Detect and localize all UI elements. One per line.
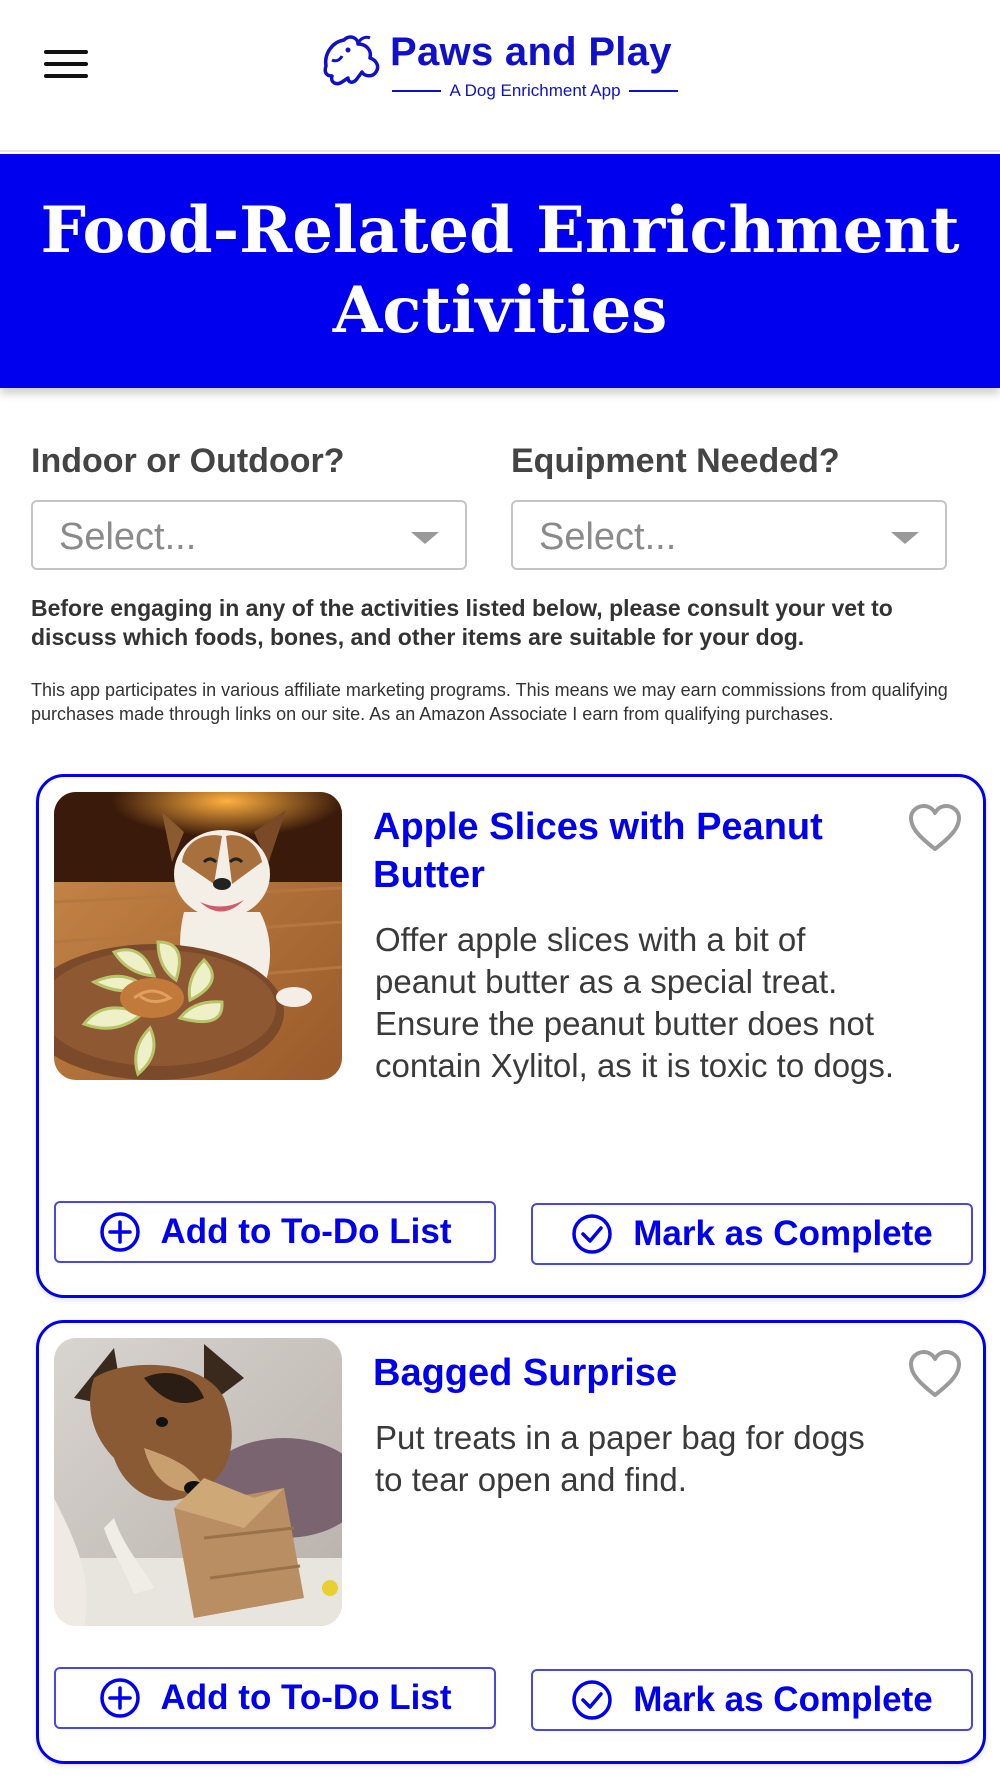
heart-outline-icon[interactable] (907, 1349, 963, 1399)
select-placeholder: Select... (59, 516, 197, 558)
app-header: Paws and Play A Dog Enrichment App (0, 0, 1000, 152)
indoor-outdoor-filter: Indoor or Outdoor? Select... (31, 442, 467, 570)
mark-complete-label: Mark as Complete (633, 1214, 933, 1253)
app-tagline: A Dog Enrichment App (449, 81, 621, 100)
hamburger-menu-icon[interactable] (44, 50, 88, 82)
select-placeholder: Select... (539, 516, 677, 558)
app-logo[interactable]: Paws and Play A Dog Enrichment App (318, 30, 688, 106)
divider (392, 90, 442, 92)
vet-notice: Before engaging in any of the activities… (31, 595, 893, 650)
mark-complete-button[interactable]: Mark as Complete (531, 1669, 973, 1731)
chevron-down-icon (411, 532, 439, 544)
activity-title: Apple Slices with Peanut Butter (373, 806, 823, 896)
mark-complete-label: Mark as Complete (633, 1680, 933, 1719)
mark-complete-button[interactable]: Mark as Complete (531, 1203, 973, 1265)
heart-outline-icon[interactable] (907, 803, 963, 853)
activity-description: Put treats in a paper bag for dogs to te… (375, 1419, 865, 1498)
plus-circle-icon (99, 1212, 140, 1252)
affiliate-disclosure: This app participates in various affilia… (31, 680, 948, 724)
activity-title: Bagged Surprise (373, 1352, 678, 1394)
activity-image[interactable] (54, 1338, 342, 1626)
add-to-todo-label: Add to To-Do List (160, 1212, 452, 1251)
check-circle-icon (572, 1214, 612, 1254)
page-title: Food-Related Enrichment Activities (40, 193, 960, 348)
filter-label: Equipment Needed? (511, 442, 840, 480)
app-name: Paws and Play (390, 30, 672, 74)
chevron-down-icon (891, 532, 919, 544)
plus-circle-icon (99, 1678, 140, 1718)
dog-logo-icon (323, 35, 380, 86)
divider (628, 90, 679, 92)
equipment-select[interactable]: Select... (511, 500, 947, 570)
activity-image[interactable] (54, 792, 342, 1080)
add-to-todo-label: Add to To-Do List (160, 1678, 452, 1717)
indoor-outdoor-select[interactable]: Select... (31, 500, 467, 570)
app-tagline-row: A Dog Enrichment App (392, 80, 679, 102)
add-to-todo-button[interactable]: Add to To-Do List (54, 1201, 496, 1263)
activity-card: Bagged Surprise Put treats in a paper ba… (36, 1320, 986, 1764)
activity-description: Offer apple slices with a bit of peanut … (375, 921, 895, 1084)
check-circle-icon (572, 1680, 612, 1720)
page-banner: Food-Related Enrichment Activities (0, 154, 1000, 388)
activity-card: Apple Slices with Peanut Butter Offer ap… (36, 774, 986, 1298)
filter-label: Indoor or Outdoor? (31, 442, 345, 480)
add-to-todo-button[interactable]: Add to To-Do List (54, 1667, 496, 1729)
equipment-filter: Equipment Needed? Select... (511, 442, 947, 570)
